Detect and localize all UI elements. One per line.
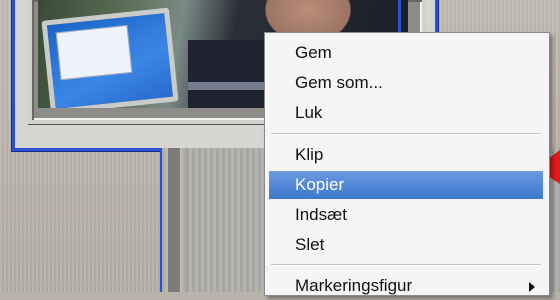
menu-separator [271,264,541,266]
context-menu: Gem Gem som... Luk Klip Kopier Indsæt Sl… [264,32,550,296]
menu-item-indsaet[interactable]: Indsæt [269,201,543,229]
menu-item-label: Kopier [295,175,345,194]
menu-item-slet[interactable]: Slet [269,231,543,259]
frame-pillar-inner [168,148,180,292]
menu-item-kopier[interactable]: Kopier [269,171,543,199]
menu-item-label: Gem [295,43,332,62]
menu-separator [271,133,541,135]
menu-item-label: Luk [295,103,323,122]
menu-item-label: Gem som... [295,73,383,92]
menu-item-gem[interactable]: Gem [269,39,543,67]
menu-item-label: Klip [295,145,324,164]
menu-item-gem-som[interactable]: Gem som... [269,69,543,97]
chevron-right-icon [529,282,535,292]
menu-item-klip[interactable]: Klip [269,141,543,169]
menu-item-label: Slet [295,235,325,254]
menu-item-label: Indsæt [295,205,347,224]
menu-item-label: Markeringsfigur [295,276,413,295]
monitor-in-photo [41,7,179,108]
menu-item-markeringsfigur[interactable]: Markeringsfigur [269,272,543,300]
menu-item-luk[interactable]: Luk [269,99,543,127]
